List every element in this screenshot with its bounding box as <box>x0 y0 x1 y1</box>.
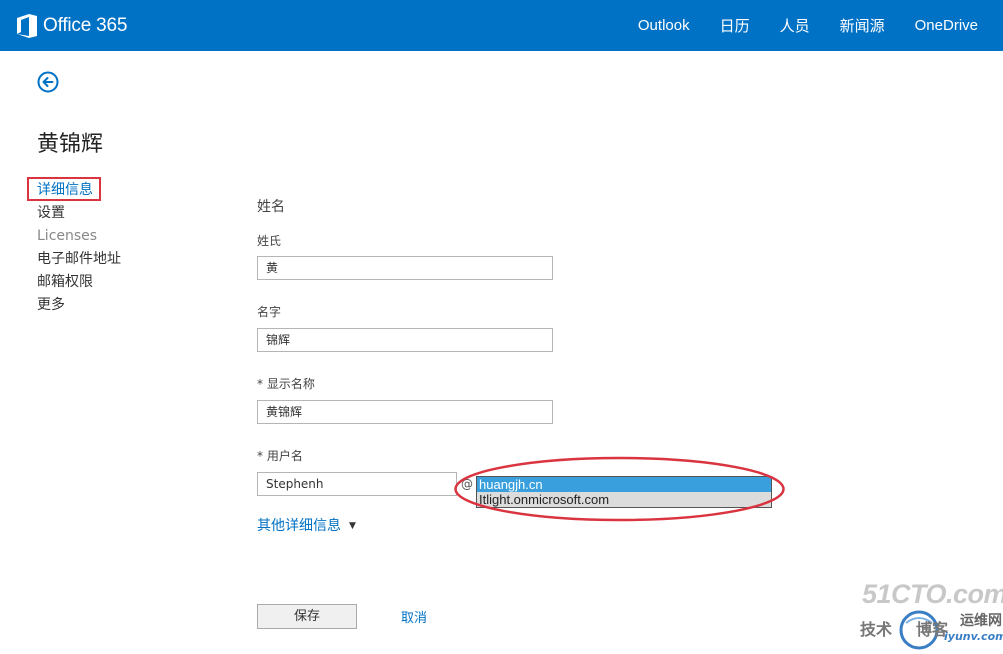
cancel-link[interactable]: 取消 <box>401 607 427 626</box>
top-nav: Outlook 日历 人员 新闻源 OneDrive <box>638 0 1003 51</box>
top-bar: Office 365 Outlook 日历 人员 新闻源 OneDrive <box>0 0 1003 51</box>
nav-calendar[interactable]: 日历 <box>720 15 750 36</box>
more-details-link[interactable]: 其他详细信息 ▼ <box>257 515 356 535</box>
last-name-label: 姓氏 <box>257 234 282 248</box>
sidebar-item-email-addresses[interactable]: 电子邮件地址 <box>37 248 121 271</box>
brand-name: Office 365 <box>43 15 128 36</box>
nav-newsfeed[interactable]: 新闻源 <box>840 15 885 36</box>
office-logo-icon <box>17 14 37 38</box>
left-nav: 详细信息 设置 Licenses 电子邮件地址 邮箱权限 更多 <box>27 177 121 317</box>
back-arrow-icon[interactable] <box>37 71 59 93</box>
domain-option-huangjh[interactable]: huangjh.cn <box>477 477 771 492</box>
watermark-url: iyunv.com <box>944 630 1003 643</box>
first-name-label: 名字 <box>257 305 282 319</box>
highlight-box <box>27 177 101 201</box>
office365-brand[interactable]: Office 365 <box>17 12 127 40</box>
watermark-site: 51CTO.com <box>862 579 1003 609</box>
watermark: 51CTO.com 技术 博客 运维网 iyunv.com <box>858 579 1003 654</box>
last-name-field[interactable]: 黄 <box>257 256 553 280</box>
watermark-text-3: 运维网 <box>960 613 1002 629</box>
more-details-label: 其他详细信息 <box>257 518 341 534</box>
first-name-field[interactable]: 锦辉 <box>257 328 553 352</box>
name-section-title: 姓名 <box>257 199 285 215</box>
caret-down-icon: ▼ <box>349 521 356 531</box>
sidebar-item-more[interactable]: 更多 <box>37 294 121 317</box>
domain-select-list[interactable]: huangjh.cn Itlight.onmicrosoft.com <box>476 476 772 508</box>
nav-people[interactable]: 人员 <box>780 15 810 36</box>
domain-option-onmicrosoft[interactable]: Itlight.onmicrosoft.com <box>477 492 771 507</box>
nav-outlook[interactable]: Outlook <box>638 17 690 34</box>
sidebar-item-settings[interactable]: 设置 <box>37 202 121 225</box>
watermark-text-1: 技术 <box>860 620 893 639</box>
username-field[interactable]: Stephenh <box>257 472 457 496</box>
sidebar-item-mailbox-permissions[interactable]: 邮箱权限 <box>37 271 121 294</box>
at-sign: @ <box>461 477 473 491</box>
save-button[interactable]: 保存 <box>257 604 357 629</box>
display-name-field[interactable]: 黄锦辉 <box>257 400 553 424</box>
username-label: * 用户名 <box>257 449 303 463</box>
sidebar-item-licenses[interactable]: Licenses <box>37 225 121 248</box>
display-name-label: * 显示名称 <box>257 377 315 391</box>
page-title: 黄锦辉 <box>37 132 104 157</box>
nav-onedrive[interactable]: OneDrive <box>915 17 978 34</box>
